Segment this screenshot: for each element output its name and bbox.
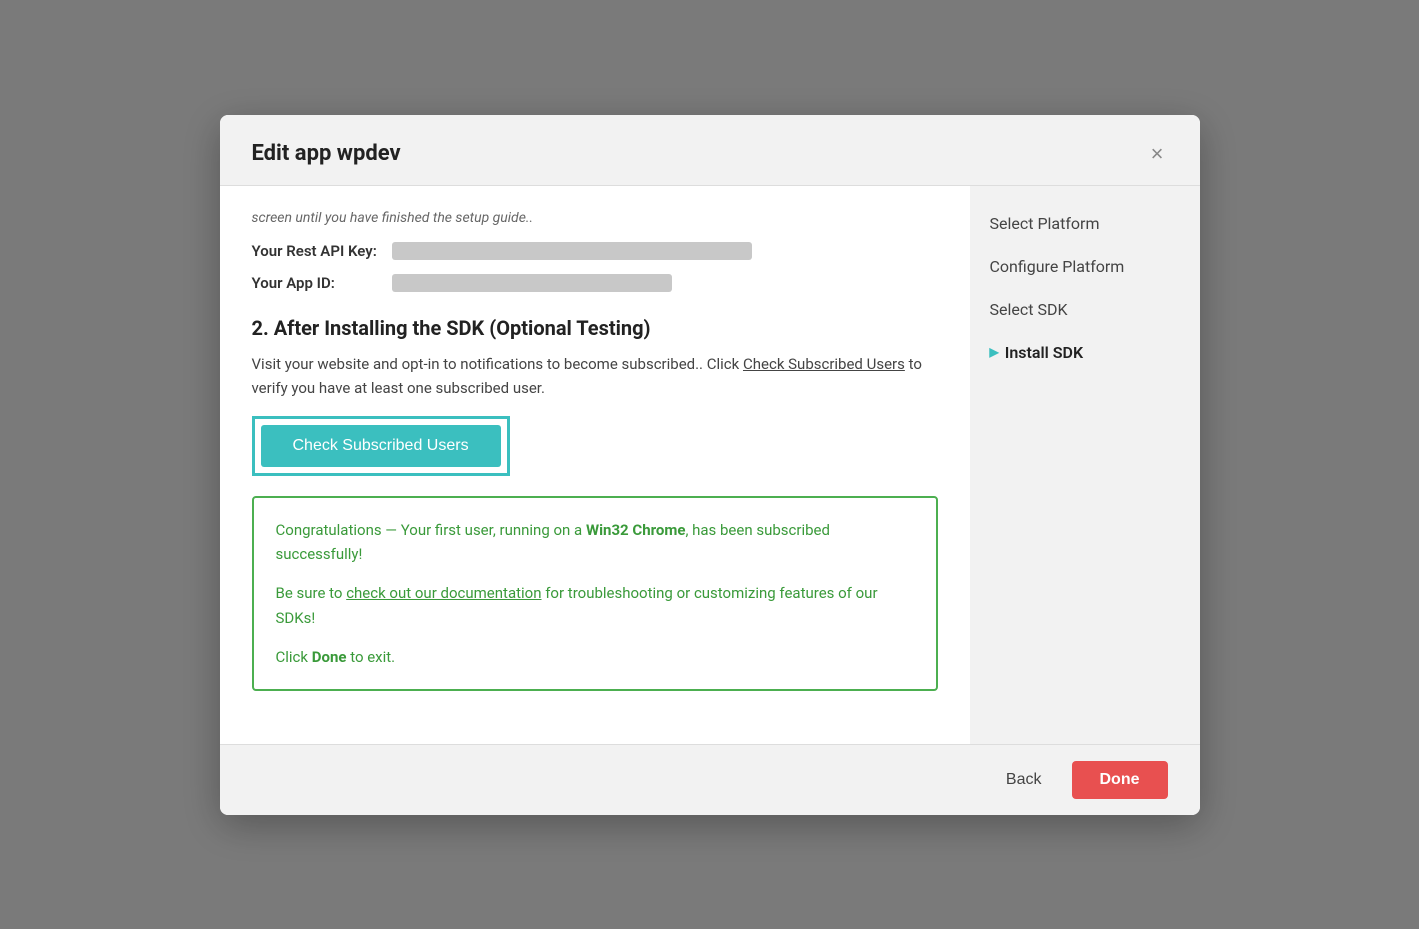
sidebar-item-label: Configure Platform xyxy=(990,257,1125,276)
modal-body: screen until you have finished the setup… xyxy=(220,186,1200,744)
success-message-box: Congratulations — Your first user, runni… xyxy=(252,496,938,692)
check-btn-wrapper: Check Subscribed Users xyxy=(252,416,510,476)
main-content-area: screen until you have finished the setup… xyxy=(220,186,970,744)
done-button[interactable]: Done xyxy=(1072,761,1168,799)
sidebar-item-select-platform[interactable]: Select Platform xyxy=(990,214,1180,233)
section-heading: 2. After Installing the SDK (Optional Te… xyxy=(252,316,938,340)
modal-dialog: Edit app wpdev × screen until you have f… xyxy=(220,115,1200,815)
modal-footer: Back Done xyxy=(220,744,1200,815)
close-button[interactable]: × xyxy=(1147,139,1168,169)
success-line-2: Be sure to check out our documentation f… xyxy=(276,581,914,631)
sidebar-item-label: Install SDK xyxy=(1005,343,1083,362)
check-subscribed-users-link[interactable]: Check Subscribed Users xyxy=(743,355,905,373)
app-id-label: Your App ID: xyxy=(252,274,392,292)
sidebar-item-select-sdk[interactable]: Select SDK xyxy=(990,300,1180,319)
truncated-text: screen until you have finished the setup… xyxy=(252,210,938,226)
app-id-value xyxy=(392,274,672,292)
sidebar-item-label: Select SDK xyxy=(990,300,1068,319)
success-line-3: Click Done to exit. xyxy=(276,645,914,670)
sidebar: Select Platform Configure Platform Selec… xyxy=(970,186,1200,744)
back-button[interactable]: Back xyxy=(988,761,1060,799)
app-id-row: Your App ID: xyxy=(252,274,938,292)
success-line-1: Congratulations — Your first user, runni… xyxy=(276,518,914,568)
section-description: Visit your website and opt-in to notific… xyxy=(252,352,938,400)
rest-api-row: Your Rest API Key: xyxy=(252,242,938,260)
sidebar-item-label: Select Platform xyxy=(990,214,1100,233)
check-subscribed-users-button[interactable]: Check Subscribed Users xyxy=(261,425,501,467)
modal-title: Edit app wpdev xyxy=(252,141,401,166)
rest-api-label: Your Rest API Key: xyxy=(252,242,392,260)
rest-api-value xyxy=(392,242,752,260)
sidebar-item-install-sdk[interactable]: ▶ Install SDK xyxy=(990,343,1180,362)
modal-overlay: Edit app wpdev × screen until you have f… xyxy=(0,0,1419,929)
documentation-link[interactable]: check out our documentation xyxy=(346,584,541,602)
arrow-icon: ▶ xyxy=(990,345,999,359)
modal-header: Edit app wpdev × xyxy=(220,115,1200,186)
sidebar-item-configure-platform[interactable]: Configure Platform xyxy=(990,257,1180,276)
